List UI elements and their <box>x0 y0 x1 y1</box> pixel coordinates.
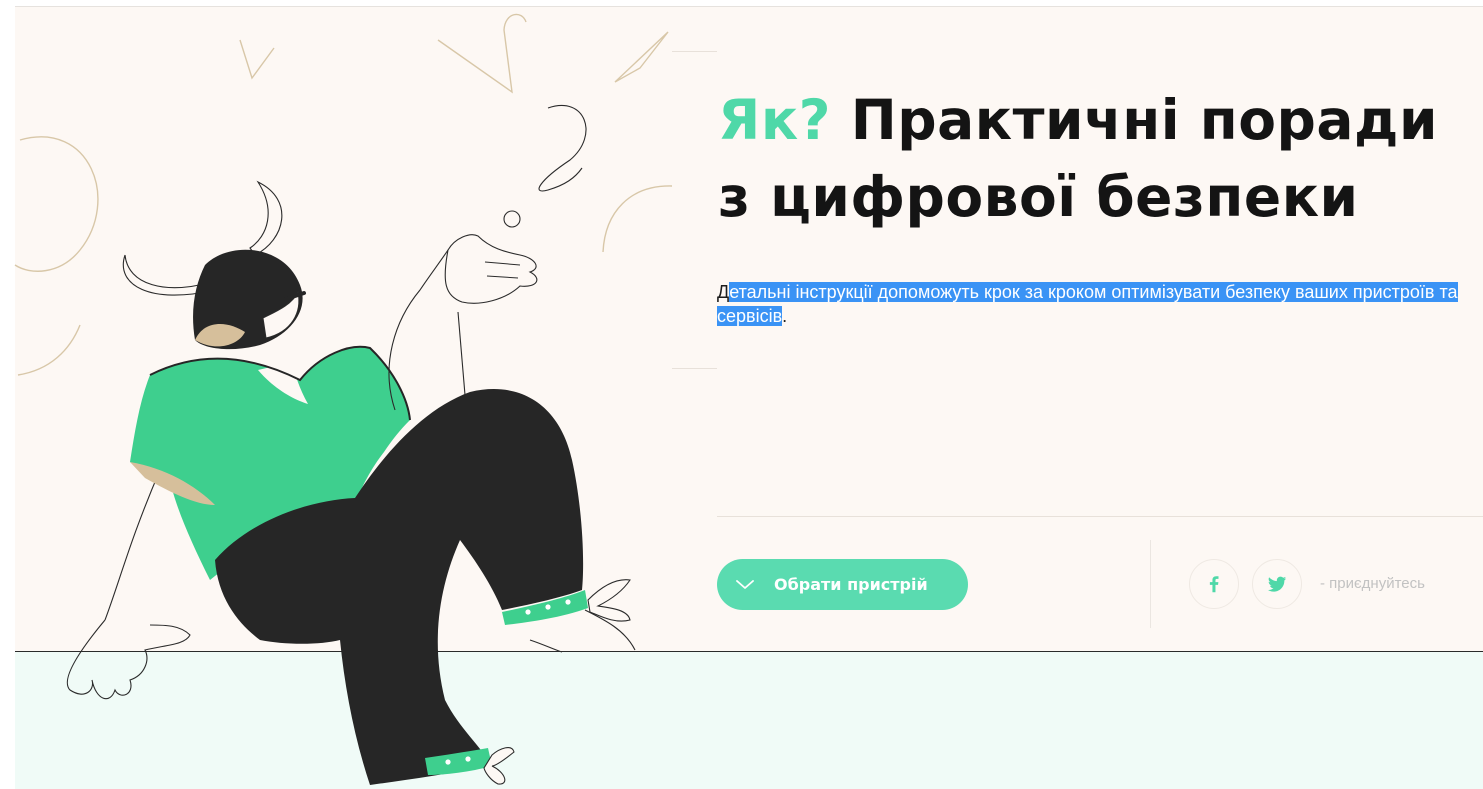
chevron-down-icon <box>736 579 754 589</box>
title-accent: Як? <box>718 88 832 152</box>
choose-device-label: Обрати пристрій <box>774 575 928 594</box>
vertical-divider <box>1150 540 1151 628</box>
page-title: Як? Практичні поради з цифрової безпеки <box>718 82 1478 236</box>
facebook-link[interactable] <box>1189 559 1239 609</box>
lead-selected-text: етальні інструкції допоможуть крок за кр… <box>717 282 1458 327</box>
lead-first-char: Д <box>717 282 730 302</box>
lead-text: Детальні інструкції допоможуть крок за к… <box>717 280 1462 329</box>
facebook-icon <box>1209 576 1219 593</box>
lead-end: . <box>782 306 788 327</box>
join-text: - приєднуйтесь <box>1320 575 1425 592</box>
twitter-icon <box>1267 576 1287 592</box>
divider-line <box>717 516 1483 517</box>
hero-illustration <box>14 13 673 785</box>
choose-device-button[interactable]: Обрати пристрій <box>717 559 968 610</box>
twitter-link[interactable] <box>1252 559 1302 609</box>
